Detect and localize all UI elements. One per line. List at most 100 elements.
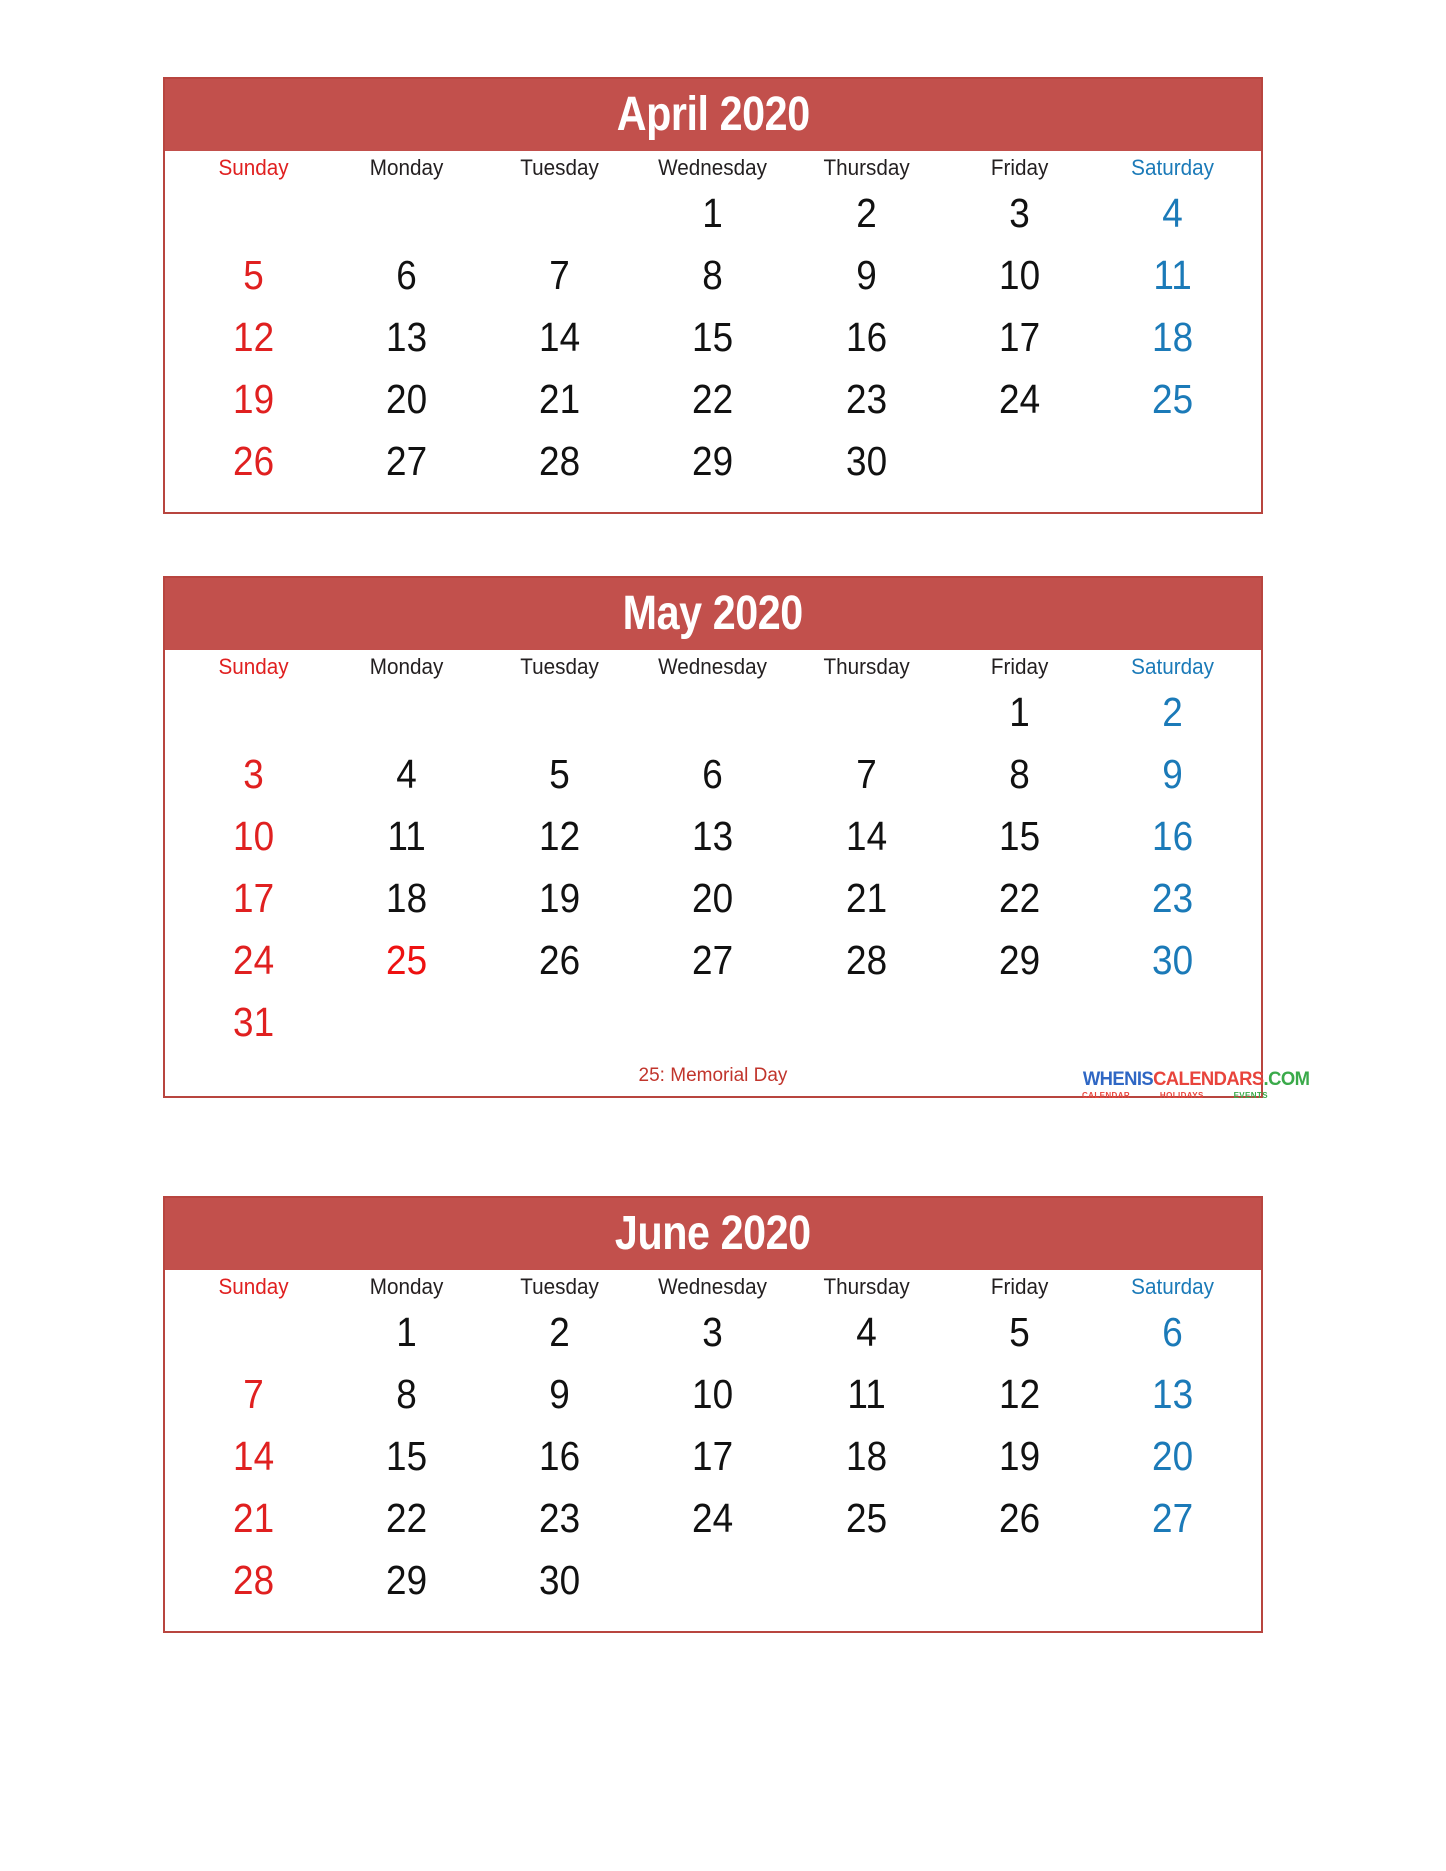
day-cell[interactable]: 27 [1104, 1487, 1242, 1549]
day-cell[interactable]: 13 [1104, 1363, 1242, 1425]
day-cell[interactable]: 30 [1104, 929, 1242, 991]
day-cell[interactable]: 29 [644, 430, 782, 492]
day-cell[interactable]: 5 [185, 244, 323, 306]
day-cell[interactable]: 2 [491, 1301, 629, 1363]
day-cell[interactable]: 3 [644, 1301, 782, 1363]
day-cell[interactable]: 6 [644, 743, 782, 805]
day-cell[interactable]: 13 [644, 805, 782, 867]
month-calendar: May 2020 Sunday Monday Tuesday Wednesday Thur… [163, 576, 1263, 1098]
day-cell[interactable]: 21 [185, 1487, 323, 1549]
day-cell[interactable]: 8 [338, 1363, 476, 1425]
day-cell[interactable]: 4 [1104, 182, 1242, 244]
day-cell[interactable]: 23 [1104, 867, 1242, 929]
day-cell[interactable]: 11 [338, 805, 476, 867]
day-cell[interactable]: 17 [185, 867, 323, 929]
day-cell[interactable]: 14 [491, 306, 629, 368]
day-cell[interactable]: 22 [338, 1487, 476, 1549]
day-cell[interactable]: 4 [338, 743, 476, 805]
day-cell[interactable]: 21 [797, 867, 935, 929]
day-cell[interactable]: 20 [338, 368, 476, 430]
day-cell[interactable]: 4 [797, 1301, 935, 1363]
day-cell[interactable]: 1 [950, 681, 1088, 743]
day-cell[interactable]: 18 [1104, 306, 1242, 368]
day-cell[interactable]: 23 [797, 368, 935, 430]
day-cell[interactable]: 7 [797, 743, 935, 805]
day-cell[interactable]: 5 [491, 743, 629, 805]
day-cell[interactable]: 18 [797, 1425, 935, 1487]
day-cell[interactable]: 17 [950, 306, 1088, 368]
day-cell[interactable]: 10 [950, 244, 1088, 306]
day-cell[interactable]: 2 [1104, 681, 1242, 743]
day-cell[interactable]: 7 [491, 244, 629, 306]
day-cell[interactable]: 6 [338, 244, 476, 306]
day-cell[interactable]: 29 [950, 929, 1088, 991]
day-cell[interactable]: 8 [950, 743, 1088, 805]
day-cell[interactable]: 14 [797, 805, 935, 867]
day-cell[interactable]: 30 [797, 430, 935, 492]
day-cell[interactable]: 11 [1104, 244, 1242, 306]
day-cell[interactable]: 28 [491, 430, 629, 492]
day-cell[interactable]: 19 [491, 867, 629, 929]
day-cell[interactable]: 3 [950, 182, 1088, 244]
day-cell[interactable]: 16 [1104, 805, 1242, 867]
day-cell[interactable]: 9 [491, 1363, 629, 1425]
day-cell[interactable]: 28 [185, 1549, 323, 1611]
day-cell[interactable]: 13 [338, 306, 476, 368]
day-cell[interactable]: 21 [491, 368, 629, 430]
day-cell[interactable]: 20 [1104, 1425, 1242, 1487]
weekday-header: Sunday [218, 654, 289, 679]
day-cell[interactable]: 24 [185, 929, 323, 991]
day-cell-empty [1104, 1549, 1242, 1611]
day-cell[interactable]: 25 [338, 929, 476, 991]
day-cell[interactable]: 5 [950, 1301, 1088, 1363]
day-cell[interactable]: 31 [185, 991, 323, 1053]
day-cell[interactable]: 12 [950, 1363, 1088, 1425]
day-cell[interactable]: 24 [644, 1487, 782, 1549]
day-cell[interactable]: 25 [1104, 368, 1242, 430]
day-cell[interactable]: 1 [338, 1301, 476, 1363]
day-cell[interactable]: 22 [644, 368, 782, 430]
day-cell[interactable]: 9 [1104, 743, 1242, 805]
day-cell[interactable]: 12 [491, 805, 629, 867]
day-cell[interactable]: 25 [797, 1487, 935, 1549]
day-cell[interactable]: 23 [491, 1487, 629, 1549]
day-cell[interactable]: 2 [797, 182, 935, 244]
day-cell[interactable]: 14 [185, 1425, 323, 1487]
day-cell[interactable]: 20 [644, 867, 782, 929]
day-cell[interactable]: 6 [1104, 1301, 1242, 1363]
day-cell[interactable]: 10 [644, 1363, 782, 1425]
day-cell[interactable]: 28 [797, 929, 935, 991]
day-cell[interactable]: 27 [338, 430, 476, 492]
day-cell[interactable]: 30 [491, 1549, 629, 1611]
day-cell[interactable]: 24 [950, 368, 1088, 430]
day-cell[interactable]: 19 [950, 1425, 1088, 1487]
day-cell[interactable]: 3 [185, 743, 323, 805]
day-cell-empty [797, 991, 935, 1053]
weekday-header: Friday [990, 155, 1048, 180]
month-header: June 2020 [165, 1198, 1261, 1270]
day-cell[interactable]: 27 [644, 929, 782, 991]
day-cell[interactable]: 22 [950, 867, 1088, 929]
weekday-header: Tuesday [520, 654, 600, 679]
day-cell[interactable]: 8 [644, 244, 782, 306]
day-cell[interactable]: 16 [491, 1425, 629, 1487]
day-cell[interactable]: 26 [491, 929, 629, 991]
day-cell[interactable]: 19 [185, 368, 323, 430]
weekday-header: Tuesday [520, 1274, 600, 1299]
day-cell[interactable]: 18 [338, 867, 476, 929]
day-cell[interactable]: 11 [797, 1363, 935, 1425]
day-cell[interactable]: 12 [185, 306, 323, 368]
weekday-header: Tuesday [520, 155, 600, 180]
day-cell[interactable]: 26 [185, 430, 323, 492]
day-cell[interactable]: 7 [185, 1363, 323, 1425]
day-cell[interactable]: 15 [338, 1425, 476, 1487]
day-cell[interactable]: 1 [644, 182, 782, 244]
day-cell[interactable]: 10 [185, 805, 323, 867]
day-cell[interactable]: 16 [797, 306, 935, 368]
day-cell[interactable]: 26 [950, 1487, 1088, 1549]
day-cell[interactable]: 17 [644, 1425, 782, 1487]
day-cell[interactable]: 15 [644, 306, 782, 368]
day-cell[interactable]: 29 [338, 1549, 476, 1611]
day-cell[interactable]: 15 [950, 805, 1088, 867]
day-cell[interactable]: 9 [797, 244, 935, 306]
